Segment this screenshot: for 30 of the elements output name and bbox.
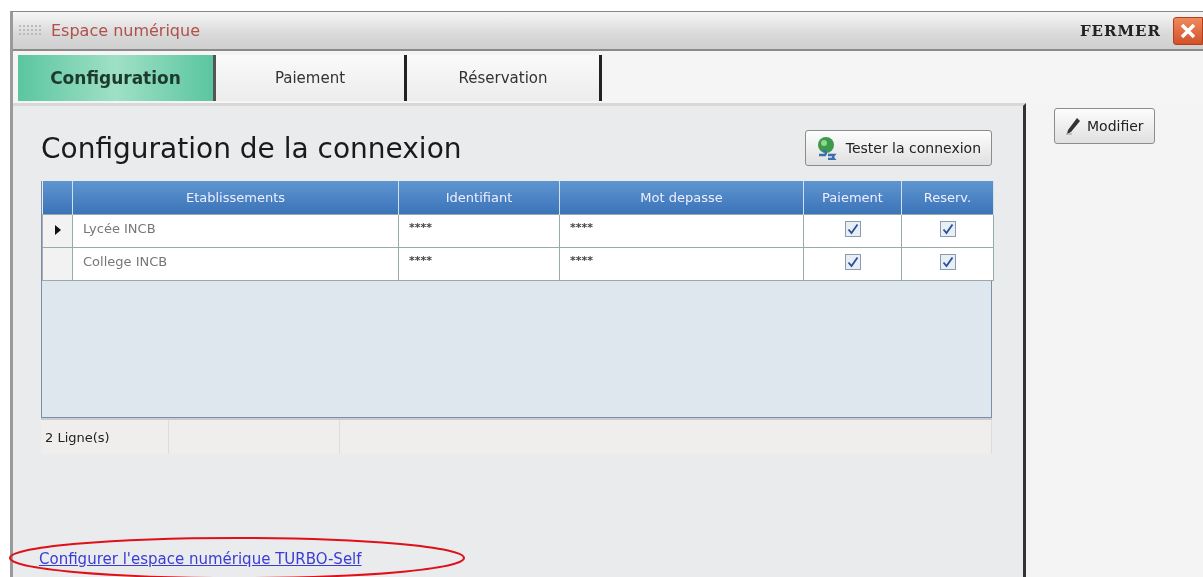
- row-pointer-icon: [53, 223, 62, 236]
- tab[interactable]: Configuration: [18, 55, 216, 101]
- table-cell: ****: [398, 247, 560, 281]
- row-count: 2 Ligne(s): [41, 420, 169, 454]
- column-header[interactable]: Reserv.: [901, 181, 994, 215]
- column-header[interactable]: Paiement: [803, 181, 902, 215]
- tab[interactable]: Paiement: [216, 55, 407, 101]
- checkbox[interactable]: [939, 221, 956, 237]
- column-header[interactable]: Identifiant: [398, 181, 560, 215]
- close-label: FERMER: [1079, 21, 1161, 40]
- checkbox[interactable]: [844, 254, 861, 270]
- close-icon: [1179, 21, 1197, 40]
- tab[interactable]: Réservation: [407, 55, 602, 101]
- checkbox[interactable]: [844, 221, 861, 237]
- section-heading: Configuration de la connexion: [41, 131, 462, 165]
- table-cell: ****: [559, 214, 804, 248]
- modify-button[interactable]: Modifier: [1054, 108, 1155, 144]
- grip-icon: [19, 24, 43, 37]
- checkbox[interactable]: [939, 254, 956, 270]
- column-header[interactable]: Mot depasse: [559, 181, 804, 215]
- test-connection-button[interactable]: Tester la connexion: [804, 130, 992, 166]
- table-cell: ****: [398, 214, 560, 248]
- table-cell: Lycée INCB: [72, 214, 399, 248]
- table-cell: College INCB: [72, 247, 399, 281]
- window-title: Espace numérique: [51, 21, 201, 40]
- close-button[interactable]: [1173, 16, 1203, 45]
- column-header[interactable]: Etablissements: [72, 181, 399, 215]
- row-selector[interactable]: [42, 214, 73, 248]
- table-cell: ****: [559, 247, 804, 281]
- pencil-icon: [1065, 117, 1081, 135]
